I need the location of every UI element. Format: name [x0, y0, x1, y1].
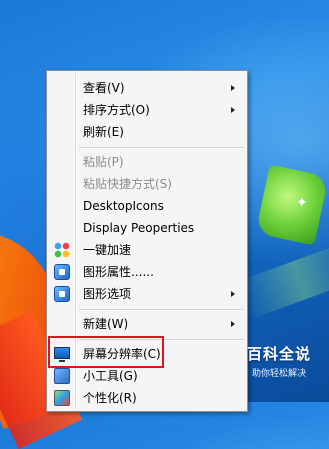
submenu-arrow-icon [231, 85, 235, 91]
menu-item-label: 图形属性...... [83, 265, 154, 279]
highlight-box [48, 336, 164, 368]
graphics-properties-icon [54, 264, 70, 280]
wallpaper-glow [236, 240, 329, 320]
menu-item-graphics-options[interactable]: 图形选项 [49, 283, 245, 305]
wallpaper-windows-logo [255, 164, 329, 246]
menu-item-label: DesktopIcons [83, 199, 164, 213]
menu-item-label: 个性化(R) [83, 391, 137, 405]
watermark-title: 百科全说 [246, 345, 311, 363]
gadgets-icon [54, 368, 70, 384]
menu-item-label: 小工具(G) [83, 369, 138, 383]
menu-item-label: 排序方式(O) [83, 103, 150, 117]
accelerate-icon [54, 242, 70, 258]
menu-item-personalize[interactable]: 个性化(R) [49, 387, 245, 409]
butterfly-icon: ✦ [296, 195, 308, 211]
menu-item-label: 查看(V) [83, 81, 125, 95]
menu-item-label: 粘贴(P) [83, 155, 124, 169]
menu-item-label: 图形选项 [83, 287, 132, 301]
menu-item-graphics-properties[interactable]: 图形属性...... [49, 261, 245, 283]
menu-item-new[interactable]: 新建(W) [49, 313, 245, 335]
submenu-arrow-icon [231, 107, 235, 113]
menu-item-view[interactable]: 查看(V) [49, 77, 245, 99]
watermark-subtitle: 助你轻松解决 [251, 369, 306, 379]
menu-item-display-properties[interactable]: Display Peoperties [49, 217, 245, 239]
watermark: 百科全说 助你轻松解决 [236, 343, 322, 383]
graphics-options-icon [54, 286, 70, 302]
submenu-arrow-icon [231, 321, 235, 327]
menu-item-label: 粘贴快捷方式(S) [83, 177, 172, 191]
menu-item-paste[interactable]: 粘贴(P) [49, 151, 245, 173]
menu-item-desktop-icons[interactable]: DesktopIcons [49, 195, 245, 217]
menu-item-label: 刷新(E) [83, 125, 124, 139]
menu-separator [79, 309, 244, 311]
menu-item-one-click-accelerate[interactable]: 一键加速 [49, 239, 245, 261]
personalize-icon [54, 390, 70, 406]
menu-item-label: 一键加速 [83, 243, 132, 257]
menu-item-sort-by[interactable]: 排序方式(O) [49, 99, 245, 121]
menu-item-refresh[interactable]: 刷新(E) [49, 121, 245, 143]
menu-item-paste-shortcut[interactable]: 粘贴快捷方式(S) [49, 173, 245, 195]
menu-separator [79, 147, 244, 149]
menu-item-label: 新建(W) [83, 317, 129, 331]
menu-item-gadgets[interactable]: 小工具(G) [49, 365, 245, 387]
submenu-arrow-icon [231, 291, 235, 297]
menu-item-label: Display Peoperties [83, 221, 195, 235]
